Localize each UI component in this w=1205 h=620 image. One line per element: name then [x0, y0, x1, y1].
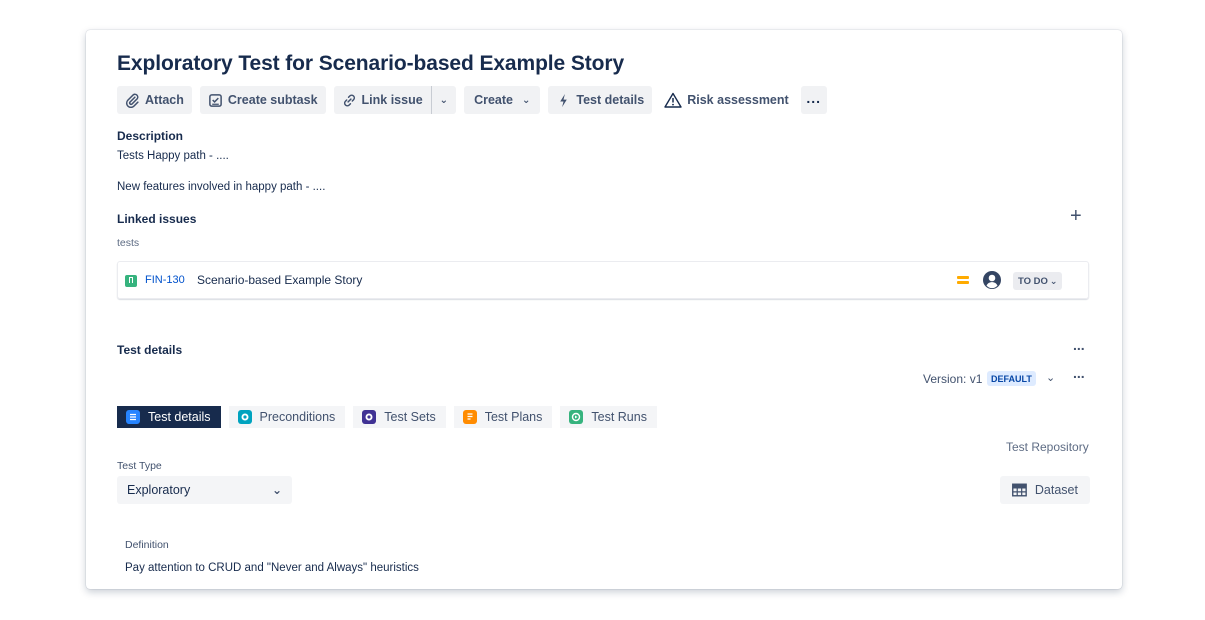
risk-assessment-button[interactable]: Risk assessment: [660, 86, 793, 114]
create-subtask-button[interactable]: Create subtask: [199, 86, 326, 114]
issue-toolbar: Attach Create subtask Link issue ⌄ Creat…: [117, 86, 835, 114]
link-relation-label: tests: [117, 237, 140, 249]
section-more-icon[interactable]: ...: [1073, 337, 1085, 353]
tab-label: Test Runs: [591, 410, 647, 424]
test-details-label: Test details: [576, 93, 645, 107]
default-badge: DEFAULT: [987, 371, 1036, 386]
version-more-icon[interactable]: ...: [1073, 365, 1085, 381]
priority-medium-icon: [957, 276, 969, 284]
tab-test-sets[interactable]: Test Sets: [353, 406, 446, 428]
attach-label: Attach: [145, 93, 184, 107]
lightning-icon: [560, 93, 568, 107]
issue-key-link[interactable]: FIN-130: [145, 274, 185, 286]
test-repository-link[interactable]: Test Repository: [1006, 440, 1089, 454]
avatar-icon[interactable]: [982, 270, 1002, 290]
issue-title: Exploratory Test for Scenario-based Exam…: [117, 52, 625, 75]
link-issue-dropdown[interactable]: ⌄: [430, 86, 457, 114]
table-icon: [1012, 483, 1027, 497]
tab-label: Test Sets: [384, 410, 436, 424]
risk-assessment-label: Risk assessment: [687, 93, 789, 107]
test-tabs: Test details Preconditions Test Sets Tes…: [117, 406, 665, 428]
tab-label: Preconditions: [259, 410, 336, 424]
attach-button[interactable]: Attach: [117, 86, 192, 114]
description-line-1: Tests Happy path - ....: [117, 150, 229, 162]
create-label: Create: [474, 93, 513, 107]
version-label[interactable]: Version: v1: [923, 372, 982, 386]
test-details-button[interactable]: Test details: [548, 86, 653, 114]
paperclip-icon: [125, 93, 139, 108]
list-icon: [126, 410, 140, 424]
test-type-value: Exploratory: [127, 483, 191, 497]
subtask-icon: [209, 93, 222, 107]
linked-issues-label: Linked issues: [117, 212, 197, 226]
link-issue-button[interactable]: Link issue: [333, 86, 431, 114]
test-type-label: Test Type: [117, 460, 162, 472]
tab-label: Test details: [148, 410, 211, 424]
create-button[interactable]: Create ⌄: [464, 86, 541, 114]
add-link-plus-icon[interactable]: +: [1070, 206, 1082, 226]
description-label: Description: [117, 129, 184, 143]
status-dropdown[interactable]: TO DO ⌄: [1013, 272, 1063, 290]
tab-test-runs[interactable]: Test Runs: [560, 406, 657, 428]
linked-issue-row[interactable]: FIN-130 Scenario-based Example Story TO …: [117, 261, 1089, 299]
chevron-down-icon: ⌄: [521, 94, 531, 106]
more-icon: ...: [806, 90, 822, 106]
tab-preconditions[interactable]: Preconditions: [228, 406, 346, 428]
test-plan-icon: [462, 410, 477, 424]
description-line-2: New features involved in happy path - ..…: [117, 181, 326, 193]
story-icon: [125, 275, 137, 287]
tab-test-details[interactable]: Test details: [117, 406, 221, 428]
chevron-down-icon: ⌄: [439, 94, 449, 106]
test-run-icon: [569, 410, 584, 424]
definition-value: Pay attention to CRUD and "Never and Alw…: [125, 562, 419, 574]
dataset-button[interactable]: Dataset: [1000, 476, 1090, 504]
chevron-down-icon: ⌄: [1049, 275, 1058, 286]
tab-label: Test Plans: [484, 410, 543, 424]
link-issue-split: Link issue ⌄: [333, 86, 457, 114]
test-details-section-label: Test details: [117, 343, 183, 357]
link-icon: [343, 93, 355, 107]
create-subtask-label: Create subtask: [227, 93, 318, 107]
tab-test-plans[interactable]: Test Plans: [453, 406, 553, 428]
link-issue-label: Link issue: [361, 93, 423, 107]
dataset-label: Dataset: [1034, 483, 1078, 497]
issue-summary: Scenario-based Example Story: [197, 273, 363, 287]
warning-icon: [664, 92, 682, 108]
chevron-down-icon[interactable]: ⌄: [1046, 371, 1055, 384]
issue-card: Exploratory Test for Scenario-based Exam…: [86, 30, 1122, 589]
chevron-down-icon: ⌄: [271, 483, 282, 497]
precondition-icon: [237, 410, 252, 424]
test-type-select[interactable]: Exploratory ⌄: [117, 476, 292, 504]
status-label: TO DO: [1018, 275, 1048, 287]
more-actions-button[interactable]: ...: [800, 86, 827, 114]
definition-label: Definition: [125, 539, 169, 551]
test-set-icon: [362, 410, 377, 424]
